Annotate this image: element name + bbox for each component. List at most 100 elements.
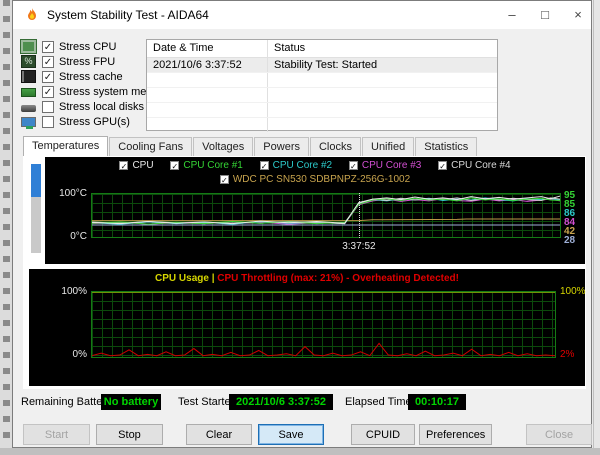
legend-ssd[interactable]: ✓ WDC PC SN530 SDBPNPZ-256G-1002 — [219, 174, 411, 185]
stress-cache-label: Stress cache — [59, 70, 123, 83]
stress-gpu-checkbox[interactable] — [42, 115, 54, 128]
log-row-empty — [147, 103, 497, 118]
legend-core4[interactable]: ✓ CPU Core #4 — [438, 160, 511, 171]
stress-cpu-label: Stress CPU — [59, 40, 117, 53]
save-button[interactable]: Save — [258, 424, 324, 445]
stress-option-cpu[interactable]: ✓ Stress CPU — [20, 39, 117, 54]
log-row-status: Stability Test: Started — [267, 58, 377, 72]
legend-cpu-label: CPU — [132, 160, 154, 171]
legend-core2-checkbox[interactable]: ✓ — [259, 161, 269, 171]
stress-gpu-label: Stress GPU(s) — [59, 115, 130, 128]
clear-button[interactable]: Clear — [186, 424, 252, 445]
preferences-button[interactable]: Preferences — [419, 424, 492, 445]
event-log-table[interactable]: Date & Time Status 2021/10/6 3:37:52 Sta… — [146, 39, 498, 133]
legend-core1-label: CPU Core #1 — [183, 160, 243, 171]
stop-button[interactable]: Stop — [96, 424, 163, 445]
tab-powers[interactable]: Powers — [254, 137, 309, 156]
battery-value: No battery — [101, 394, 161, 410]
temperature-legend-row1: ✓ CPU ✓ CPU Core #1 ✓ CPU Core #2 ✓ CPU Core… — [45, 160, 585, 172]
graph-scrollbar-thumb[interactable] — [31, 164, 41, 197]
disk-icon — [21, 104, 36, 112]
fpu-icon: % — [21, 55, 36, 68]
close-button[interactable]: Close — [526, 424, 592, 445]
elapsed-label: Elapsed Time: — [345, 396, 415, 408]
stress-fpu-label: Stress FPU — [59, 55, 116, 68]
log-row-empty — [147, 118, 497, 133]
legend-core4-checkbox[interactable]: ✓ — [438, 161, 448, 171]
temp-value: 28 — [564, 235, 576, 247]
stress-cache-checkbox[interactable]: ✓ — [42, 70, 54, 83]
legend-core1-checkbox[interactable]: ✓ — [170, 161, 180, 171]
log-table-header: Date & Time Status — [147, 40, 497, 58]
stress-memory-checkbox[interactable]: ✓ — [42, 85, 54, 98]
stress-option-disks[interactable]: Stress local disks — [21, 99, 144, 114]
temp-axis-max-label: 100°C — [59, 188, 87, 199]
legend-ssd-checkbox[interactable]: ✓ — [219, 175, 229, 185]
test-start-marker — [358, 193, 360, 238]
tab-temperatures[interactable]: Temperatures — [23, 136, 109, 156]
tab-bar: Temperatures Cooling Fans Voltages Power… — [23, 136, 478, 156]
cpuid-button[interactable]: CPUID — [351, 424, 415, 445]
stress-fpu-checkbox[interactable]: ✓ — [42, 55, 54, 68]
legend-core3-checkbox[interactable]: ✓ — [348, 161, 358, 171]
stress-cpu-checkbox[interactable]: ✓ — [42, 40, 54, 53]
temperature-plot — [91, 193, 561, 238]
log-row-empty — [147, 73, 497, 88]
log-col-datetime: Date & Time — [153, 42, 214, 54]
stress-option-cache[interactable]: ✓ Stress cache — [21, 69, 123, 84]
elapsed-value: 00:10:17 — [408, 394, 466, 410]
usage-axis-max-label: 100% — [61, 286, 87, 297]
legend-core2[interactable]: ✓ CPU Core #2 — [259, 160, 333, 171]
usage-plot — [91, 291, 556, 358]
maximize-button[interactable]: □ — [529, 1, 561, 29]
cache-icon — [21, 70, 36, 83]
titlebar[interactable]: System Stability Test - AIDA64 – □ × — [13, 1, 591, 29]
minimize-button[interactable]: – — [496, 1, 528, 29]
temp-axis-min-label: 0°C — [70, 231, 87, 242]
temperature-graph-panel: ✓ CPU ✓ CPU Core #1 ✓ CPU Core #2 ✓ CPU Core… — [45, 157, 585, 264]
stress-option-fpu[interactable]: % ✓ Stress FPU — [21, 54, 115, 69]
window-title: System Stability Test - AIDA64 — [47, 8, 209, 22]
legend-cpu-checkbox[interactable]: ✓ — [119, 161, 129, 171]
usage-right-max-label: 100% — [560, 286, 586, 297]
graph-scrollbar[interactable] — [31, 164, 41, 253]
legend-core3[interactable]: ✓ CPU Core #3 — [348, 160, 422, 171]
throttle-right-value: 2% — [560, 349, 575, 360]
legend-core2-label: CPU Core #2 — [272, 160, 333, 171]
tab-unified[interactable]: Unified — [362, 137, 415, 156]
background-right-strip — [593, 0, 600, 448]
legend-core3-label: CPU Core #3 — [361, 160, 422, 171]
log-row-datetime: 2021/10/6 3:37:52 — [153, 59, 242, 71]
usage-graph-panel: CPU Usage | CPU Throttling (max: 21%) - … — [29, 269, 586, 386]
temperature-legend-row2: ✓ WDC PC SN530 SDBPNPZ-256G-1002 — [45, 174, 585, 186]
tab-statistics[interactable]: Statistics — [415, 137, 478, 156]
temp-right-values: 95 85 86 84 42 28 — [564, 190, 586, 246]
log-col-status: Status — [267, 40, 305, 57]
usage-axis-min-label: 0% — [72, 349, 87, 360]
background-bottom-strip — [0, 448, 600, 455]
close-window-button[interactable]: × — [562, 1, 594, 29]
throttle-title-part: CPU Throttling (max: 21%) - Overheating … — [217, 273, 459, 284]
usage-graph-title: CPU Usage | CPU Throttling (max: 21%) - … — [29, 273, 585, 284]
test-start-time-label: 3:37:52 — [342, 241, 376, 252]
tab-clocks[interactable]: Clocks — [309, 137, 361, 156]
legend-ssd-label: WDC PC SN530 SDBPNPZ-256G-1002 — [232, 174, 411, 185]
stress-disks-checkbox[interactable] — [42, 100, 54, 113]
stability-test-window: System Stability Test - AIDA64 – □ × ✓ S… — [12, 0, 592, 448]
test-started-value: 2021/10/6 3:37:52 — [229, 394, 333, 410]
legend-core1[interactable]: ✓ CPU Core #1 — [170, 160, 243, 171]
tab-voltages[interactable]: Voltages — [193, 137, 254, 156]
status-bar: Remaining Battery: No battery Test Start… — [13, 394, 591, 410]
stress-option-gpu[interactable]: Stress GPU(s) — [21, 114, 130, 129]
gpu-icon — [21, 116, 36, 129]
legend-core4-label: CPU Core #4 — [451, 160, 511, 171]
log-row[interactable]: 2021/10/6 3:37:52 Stability Test: Starte… — [147, 58, 497, 73]
legend-cpu[interactable]: ✓ CPU — [119, 160, 154, 171]
tab-cooling-fans[interactable]: Cooling Fans — [109, 137, 193, 156]
stress-disks-label: Stress local disks — [59, 100, 144, 113]
start-button[interactable]: Start — [23, 424, 90, 445]
aida64-flame-icon — [28, 8, 36, 20]
memory-icon — [21, 88, 36, 97]
usage-title-part: CPU Usage — [155, 273, 209, 284]
cpu-icon — [20, 39, 37, 54]
